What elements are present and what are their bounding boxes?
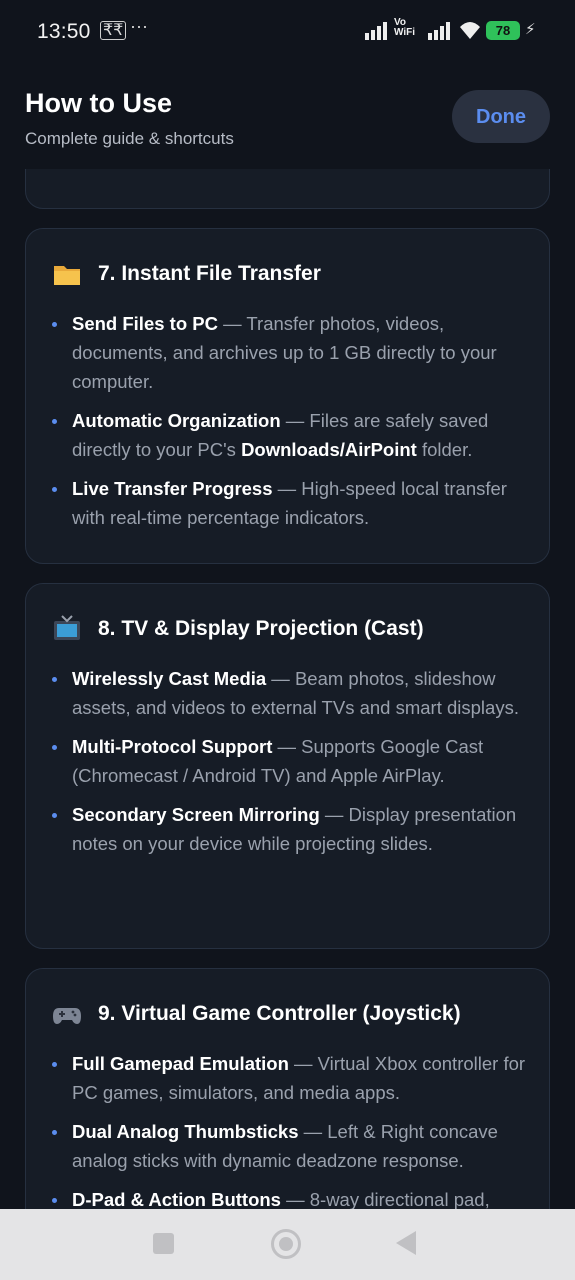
- list-item: Full Gamepad Emulation — Virtual Xbox co…: [52, 1049, 527, 1107]
- list-item: Automatic Organization — Files are safel…: [52, 406, 527, 464]
- vowifi-icon: Vo WiFi: [394, 17, 416, 38]
- page-title: How to Use: [25, 88, 173, 118]
- app-header: How to Use Complete guide & shortcuts Do…: [0, 64, 575, 169]
- charging-icon: ⚡: [525, 21, 536, 38]
- page-subtitle: Complete guide & shortcuts: [25, 129, 234, 148]
- previous-section-card: [25, 169, 550, 209]
- section-card-file-transfer: 7. Instant File Transfer Send Files to P…: [25, 228, 550, 564]
- list-item: Secondary Screen Mirroring — Display pre…: [52, 800, 527, 858]
- status-time: 13:50: [37, 20, 91, 43]
- section-title: 8. TV & Display Projection (Cast): [52, 614, 424, 644]
- system-nav-bar: [0, 1209, 575, 1280]
- list-item: D-Pad & Action Buttons — 8-way direction…: [52, 1185, 527, 1209]
- gamepad-icon: [53, 1008, 81, 1024]
- bullet-list: Send Files to PC — Transfer photos, vide…: [52, 309, 527, 542]
- cellular-signal-2-icon: [428, 22, 450, 40]
- status-icons: Vo WiFi 78 ⚡: [364, 18, 539, 46]
- bullet-list: Full Gamepad Emulation — Virtual Xbox co…: [52, 1049, 527, 1209]
- list-item: Multi-Protocol Support — Supports Google…: [52, 732, 527, 790]
- list-item: Dual Analog Thumbsticks — Left & Right c…: [52, 1117, 527, 1175]
- notification-icon: ₹₹: [100, 21, 127, 40]
- recent-apps-button[interactable]: [153, 1233, 174, 1254]
- folder-icon: [54, 266, 80, 285]
- tv-icon: [54, 615, 80, 640]
- home-button[interactable]: [271, 1229, 301, 1259]
- section-card-game-controller: 9. Virtual Game Controller (Joystick) Fu…: [25, 968, 550, 1209]
- section-card-cast: 8. TV & Display Projection (Cast) Wirele…: [25, 583, 550, 949]
- back-button[interactable]: [396, 1231, 416, 1255]
- bullet-list: Wirelessly Cast Media — Beam photos, sli…: [52, 664, 527, 868]
- done-button[interactable]: Done: [452, 90, 550, 143]
- guide-scroll-area[interactable]: 7. Instant File Transfer Send Files to P…: [0, 169, 575, 1209]
- list-item: Live Transfer Progress — High-speed loca…: [52, 474, 527, 532]
- cellular-signal-icon: [365, 22, 387, 40]
- list-item: Send Files to PC — Transfer photos, vide…: [52, 309, 527, 396]
- list-item: Wirelessly Cast Media — Beam photos, sli…: [52, 664, 527, 722]
- section-title: 7. Instant File Transfer: [52, 259, 321, 289]
- status-bar: 13:50 ₹₹ ··· Vo WiFi 78 ⚡: [0, 0, 575, 64]
- wifi-icon: [460, 22, 480, 39]
- battery-icon: 78: [486, 21, 520, 40]
- more-notifications-icon: ···: [130, 16, 148, 36]
- section-title: 9. Virtual Game Controller (Joystick): [52, 999, 461, 1029]
